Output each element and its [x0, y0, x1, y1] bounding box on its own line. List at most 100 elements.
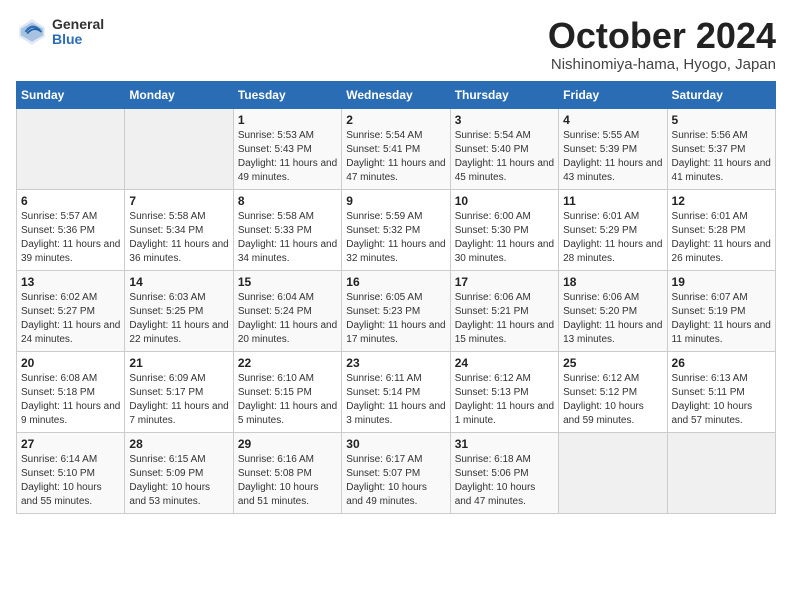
day-info: Sunrise: 5:55 AM Sunset: 5:39 PM Dayligh…: [563, 129, 662, 185]
day-info: Sunrise: 5:59 AM Sunset: 5:32 PM Dayligh…: [346, 210, 445, 266]
calendar-cell: 13 Sunrise: 6:02 AM Sunset: 5:27 PM Dayli…: [17, 270, 125, 351]
day-number: 2: [346, 113, 445, 127]
day-info: Sunrise: 5:58 AM Sunset: 5:33 PM Dayligh…: [238, 210, 337, 266]
day-info: Sunrise: 6:12 AM Sunset: 5:12 PM Dayligh…: [563, 372, 662, 428]
header-day: Wednesday: [342, 81, 450, 108]
calendar-cell: 21Sunrise: 6:09 AM Sunset: 5:17 PM Dayli…: [125, 351, 233, 432]
day-number: 31: [455, 437, 554, 451]
calendar-cell: [559, 432, 667, 513]
day-number: 6: [21, 194, 120, 208]
header-day: Tuesday: [233, 81, 341, 108]
day-info: Sunrise: 6:07 AM Sunset: 5:19 PM Dayligh…: [672, 291, 771, 347]
day-info: Sunrise: 6:04 AM Sunset: 5:24 PM Dayligh…: [238, 291, 337, 347]
header-day: Thursday: [450, 81, 558, 108]
calendar-cell: 4Sunrise: 5:55 AM Sunset: 5:39 PM Daylig…: [559, 108, 667, 189]
header-day: Monday: [125, 81, 233, 108]
day-info: Sunrise: 5:57 AM Sunset: 5:36 PM Dayligh…: [21, 210, 120, 266]
header-day: Saturday: [667, 81, 775, 108]
calendar-cell: 6 Sunrise: 5:57 AM Sunset: 5:36 PM Daylig…: [17, 189, 125, 270]
day-number: 8: [238, 194, 337, 208]
calendar-cell: 3Sunrise: 5:54 AM Sunset: 5:40 PM Daylig…: [450, 108, 558, 189]
day-info: Sunrise: 6:03 AM Sunset: 5:25 PM Dayligh…: [129, 291, 228, 347]
day-number: 16: [346, 275, 445, 289]
calendar-week-row: 20 Sunrise: 6:08 AM Sunset: 5:18 PM Dayli…: [17, 351, 776, 432]
calendar-cell: 9 Sunrise: 5:59 AM Sunset: 5:32 PM Daylig…: [342, 189, 450, 270]
day-info: Sunrise: 6:01 AM Sunset: 5:28 PM Dayligh…: [672, 210, 771, 266]
day-number: 11: [563, 194, 662, 208]
header-row: SundayMondayTuesdayWednesdayThursdayFrid…: [17, 81, 776, 108]
calendar-cell: 27 Sunrise: 6:14 AM Sunset: 5:10 PM Dayli…: [17, 432, 125, 513]
day-info: Sunrise: 5:58 AM Sunset: 5:34 PM Dayligh…: [129, 210, 228, 266]
day-info: Sunrise: 6:16 AM Sunset: 5:08 PM Dayligh…: [238, 453, 337, 509]
logo-text: General Blue: [52, 17, 104, 48]
day-info: Sunrise: 6:01 AM Sunset: 5:29 PM Dayligh…: [563, 210, 662, 266]
page-header: General Blue October 2024 Nishinomiya-ha…: [16, 16, 776, 73]
day-number: 24: [455, 356, 554, 370]
calendar-cell: [667, 432, 775, 513]
day-number: 19: [672, 275, 771, 289]
day-number: 29: [238, 437, 337, 451]
calendar-cell: 18 Sunrise: 6:06 AM Sunset: 5:20 PM Dayli…: [559, 270, 667, 351]
day-number: 5: [672, 113, 771, 127]
day-info: Sunrise: 6:14 AM Sunset: 5:10 PM Dayligh…: [21, 453, 120, 509]
calendar-cell: 1 Sunrise: 5:53 AM Sunset: 5:43 PM Daylig…: [233, 108, 341, 189]
day-number: 21: [129, 356, 228, 370]
day-info: Sunrise: 5:53 AM Sunset: 5:43 PM Dayligh…: [238, 129, 337, 185]
calendar-week-row: 27 Sunrise: 6:14 AM Sunset: 5:10 PM Dayli…: [17, 432, 776, 513]
calendar-cell: 25Sunrise: 6:12 AM Sunset: 5:12 PM Dayli…: [559, 351, 667, 432]
calendar-cell: 22Sunrise: 6:10 AM Sunset: 5:15 PM Dayli…: [233, 351, 341, 432]
day-number: 30: [346, 437, 445, 451]
day-number: 13: [21, 275, 120, 289]
calendar-cell: 31Sunrise: 6:18 AM Sunset: 5:06 PM Dayli…: [450, 432, 558, 513]
logo-general: General: [52, 17, 104, 32]
calendar-cell: 23 Sunrise: 6:11 AM Sunset: 5:14 PM Dayli…: [342, 351, 450, 432]
calendar-table: SundayMondayTuesdayWednesdayThursdayFrid…: [16, 81, 776, 514]
logo-blue: Blue: [52, 32, 104, 47]
location-subtitle: Nishinomiya-hama, Hyogo, Japan: [548, 56, 776, 73]
calendar-cell: 7Sunrise: 5:58 AM Sunset: 5:34 PM Daylig…: [125, 189, 233, 270]
day-number: 1: [238, 113, 337, 127]
logo: General Blue: [16, 16, 104, 48]
title-area: October 2024 Nishinomiya-hama, Hyogo, Ja…: [548, 16, 776, 73]
day-number: 3: [455, 113, 554, 127]
day-number: 17: [455, 275, 554, 289]
day-info: Sunrise: 5:54 AM Sunset: 5:41 PM Dayligh…: [346, 129, 445, 185]
day-info: Sunrise: 6:06 AM Sunset: 5:21 PM Dayligh…: [455, 291, 554, 347]
day-info: Sunrise: 6:11 AM Sunset: 5:14 PM Dayligh…: [346, 372, 445, 428]
day-info: Sunrise: 6:02 AM Sunset: 5:27 PM Dayligh…: [21, 291, 120, 347]
calendar-cell: 20 Sunrise: 6:08 AM Sunset: 5:18 PM Dayli…: [17, 351, 125, 432]
calendar-cell: [17, 108, 125, 189]
calendar-cell: 11 Sunrise: 6:01 AM Sunset: 5:29 PM Dayli…: [559, 189, 667, 270]
day-number: 27: [21, 437, 120, 451]
day-info: Sunrise: 5:56 AM Sunset: 5:37 PM Dayligh…: [672, 129, 771, 185]
day-info: Sunrise: 6:05 AM Sunset: 5:23 PM Dayligh…: [346, 291, 445, 347]
day-info: Sunrise: 6:15 AM Sunset: 5:09 PM Dayligh…: [129, 453, 228, 509]
header-day: Sunday: [17, 81, 125, 108]
calendar-cell: 30Sunrise: 6:17 AM Sunset: 5:07 PM Dayli…: [342, 432, 450, 513]
day-number: 14: [129, 275, 228, 289]
day-number: 28: [129, 437, 228, 451]
calendar-cell: 28 Sunrise: 6:15 AM Sunset: 5:09 PM Dayli…: [125, 432, 233, 513]
day-number: 15: [238, 275, 337, 289]
day-info: Sunrise: 6:08 AM Sunset: 5:18 PM Dayligh…: [21, 372, 120, 428]
calendar-cell: 2 Sunrise: 5:54 AM Sunset: 5:41 PM Daylig…: [342, 108, 450, 189]
day-number: 23: [346, 356, 445, 370]
calendar-cell: 15 Sunrise: 6:04 AM Sunset: 5:24 PM Dayli…: [233, 270, 341, 351]
day-number: 18: [563, 275, 662, 289]
calendar-cell: 12Sunrise: 6:01 AM Sunset: 5:28 PM Dayli…: [667, 189, 775, 270]
day-info: Sunrise: 6:13 AM Sunset: 5:11 PM Dayligh…: [672, 372, 771, 428]
day-number: 20: [21, 356, 120, 370]
day-info: Sunrise: 6:06 AM Sunset: 5:20 PM Dayligh…: [563, 291, 662, 347]
day-number: 10: [455, 194, 554, 208]
calendar-cell: 19 Sunrise: 6:07 AM Sunset: 5:19 PM Dayli…: [667, 270, 775, 351]
day-number: 26: [672, 356, 771, 370]
header-day: Friday: [559, 81, 667, 108]
day-number: 22: [238, 356, 337, 370]
calendar-cell: 16 Sunrise: 6:05 AM Sunset: 5:23 PM Dayli…: [342, 270, 450, 351]
calendar-week-row: 13 Sunrise: 6:02 AM Sunset: 5:27 PM Dayli…: [17, 270, 776, 351]
calendar-cell: 5 Sunrise: 5:56 AM Sunset: 5:37 PM Daylig…: [667, 108, 775, 189]
month-title: October 2024: [548, 16, 776, 56]
day-number: 9: [346, 194, 445, 208]
day-info: Sunrise: 6:00 AM Sunset: 5:30 PM Dayligh…: [455, 210, 554, 266]
calendar-week-row: 1 Sunrise: 5:53 AM Sunset: 5:43 PM Daylig…: [17, 108, 776, 189]
